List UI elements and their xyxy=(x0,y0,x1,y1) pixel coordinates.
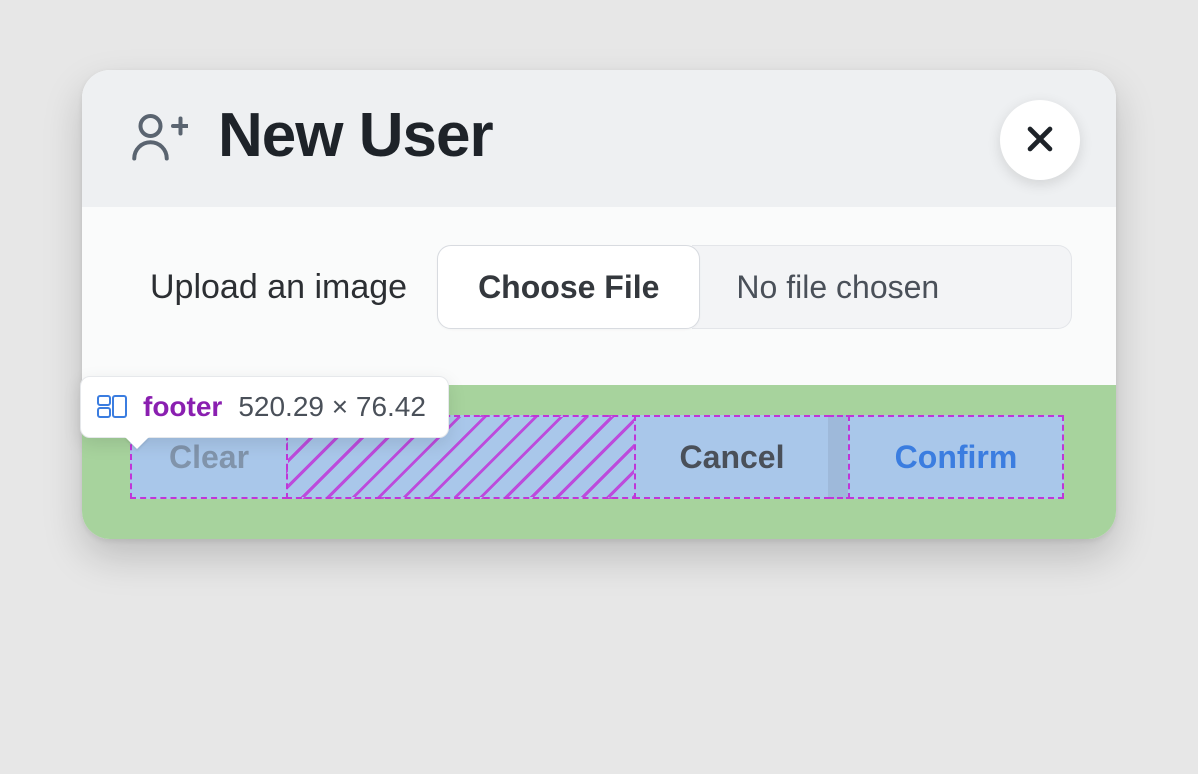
choose-file-button[interactable]: Choose File xyxy=(437,245,700,329)
upload-label: Upload an image xyxy=(150,268,407,307)
dialog-body: Upload an image Choose File No file chos… xyxy=(82,207,1116,385)
file-status: No file chosen xyxy=(692,245,1072,329)
cancel-button[interactable]: Cancel xyxy=(634,415,830,499)
dialog-header: New User xyxy=(82,70,1116,207)
inspector-tag-name: footer xyxy=(143,391,222,423)
devtools-element-tooltip: footer 520.29 × 76.42 xyxy=(80,376,449,438)
dialog-title: New User xyxy=(218,100,493,171)
file-input[interactable]: Choose File No file chosen xyxy=(437,245,1072,329)
close-icon xyxy=(1023,122,1057,159)
new-user-dialog: New User Upload an image Choose File No … xyxy=(82,70,1116,539)
close-button[interactable] xyxy=(1000,100,1080,180)
flex-layout-icon xyxy=(97,392,127,422)
confirm-button[interactable]: Confirm xyxy=(848,415,1064,499)
inspector-dimensions: 520.29 × 76.42 xyxy=(238,391,426,423)
user-plus-icon xyxy=(126,104,190,168)
